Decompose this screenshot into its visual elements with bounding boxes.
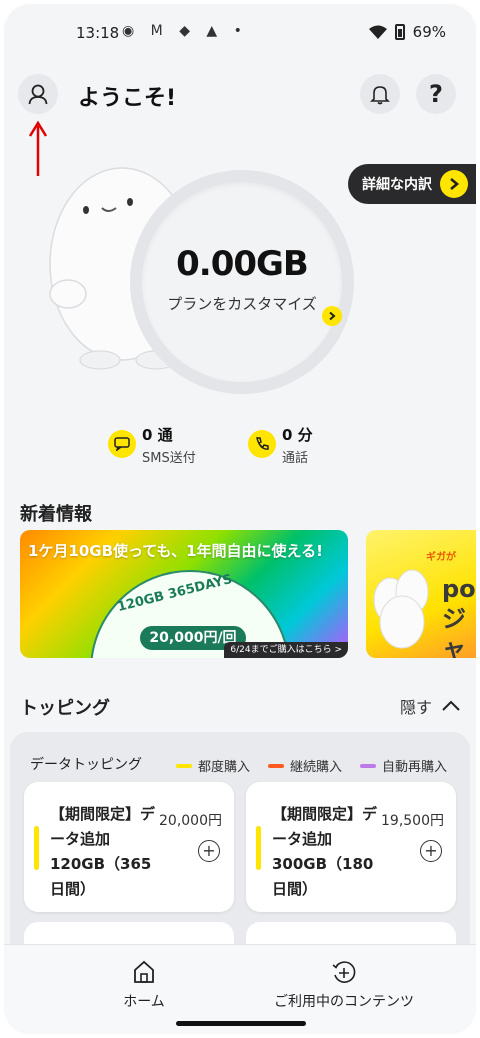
nav-contents-label: ご利用中のコンテンツ bbox=[274, 994, 414, 1010]
banner2-text: po ジャ bbox=[442, 575, 476, 658]
notifications-button[interactable] bbox=[360, 74, 400, 114]
purchase-type-stripe bbox=[34, 826, 39, 870]
legend-swatch bbox=[268, 763, 284, 768]
purchase-type-stripe bbox=[256, 826, 261, 870]
hide-label: 隠す bbox=[400, 698, 433, 717]
legend-swatch bbox=[360, 763, 376, 768]
sms-icon bbox=[108, 430, 136, 458]
sms-counter: 0 通 SMS送付 bbox=[108, 424, 196, 466]
status-time: 13:18 bbox=[76, 24, 120, 42]
data-usage-gauge: 0.00GB プランをカスタマイズ bbox=[130, 170, 354, 394]
user-icon bbox=[28, 84, 48, 105]
banner-headline: 1ケ月10GB使っても、1年間自由に使える! bbox=[28, 542, 323, 560]
gauge-center: 0.00GB プランをカスタマイズ bbox=[142, 182, 342, 382]
data-remaining-value: 0.00GB bbox=[176, 244, 309, 284]
add-topping-icon[interactable]: + bbox=[198, 840, 220, 862]
topping-card-price: 19,500円 bbox=[381, 813, 444, 829]
welcome-title: ようこそ! bbox=[78, 86, 177, 111]
help-button[interactable]: ? bbox=[416, 74, 456, 114]
news-banner-120gb[interactable]: 1ケ月10GB使っても、1年間自由に使える! 120GB 365DAYS 20,… bbox=[20, 530, 348, 658]
add-circle-icon bbox=[332, 961, 356, 983]
topping-card[interactable]: 【期間限定】データ追加120GB（365日間） 20,000円 + bbox=[24, 782, 234, 912]
news-banner-2[interactable]: ギガが po ジャ bbox=[366, 530, 476, 658]
wifi-icon bbox=[368, 25, 387, 39]
legend-auto-repurchase: 自動再購入 bbox=[360, 756, 447, 775]
banner-cta: 6/24までご購入はこちら > bbox=[224, 642, 348, 658]
customize-plan-link[interactable]: プランをカスタマイズ bbox=[160, 292, 324, 316]
banner2-tag: ギガが bbox=[426, 552, 456, 563]
news-section-title: 新着情報 bbox=[20, 504, 92, 525]
status-right: 69% bbox=[368, 23, 446, 41]
topping-card-price: 20,000円 bbox=[159, 813, 222, 829]
legend-label: 継続購入 bbox=[290, 760, 343, 775]
legend-swatch bbox=[176, 763, 192, 768]
profile-button[interactable] bbox=[18, 74, 58, 114]
notification-icons: ◉ M ◆ ▲ • bbox=[122, 23, 248, 39]
legend-one-time: 都度購入 bbox=[176, 756, 250, 775]
legend-label: 都度購入 bbox=[198, 760, 251, 775]
status-bar: 13:18 ◉ M ◆ ▲ • 69% bbox=[4, 4, 476, 56]
question-icon: ? bbox=[429, 80, 443, 108]
nav-home[interactable]: ホーム bbox=[104, 959, 184, 1011]
call-label: 通話 bbox=[282, 451, 309, 466]
topping-card[interactable]: 【期間限定】データ追加300GB（180日間） 19,500円 + bbox=[246, 782, 456, 912]
add-topping-icon[interactable]: + bbox=[420, 840, 442, 862]
phone-icon bbox=[248, 430, 276, 458]
bell-icon bbox=[370, 86, 390, 105]
topping-card-title: 【期間限定】データ追加300GB（180日間） bbox=[272, 805, 378, 898]
chevron-up-icon bbox=[442, 700, 460, 711]
chevron-right-icon[interactable] bbox=[322, 306, 342, 326]
battery-icon bbox=[394, 24, 405, 40]
battery-percent: 69% bbox=[412, 23, 446, 41]
detail-breakdown-label: 詳細な内訳 bbox=[362, 177, 432, 193]
legend-label: 自動再購入 bbox=[382, 760, 448, 775]
hide-topping-toggle[interactable]: 隠す bbox=[400, 694, 460, 718]
nav-home-label: ホーム bbox=[123, 994, 165, 1010]
sms-label: SMS送付 bbox=[142, 451, 196, 466]
chevron-right-icon bbox=[440, 170, 468, 198]
mascot-group-illustration bbox=[373, 569, 429, 649]
app-screen: 13:18 ◉ M ◆ ▲ • 69% ようこそ! ? 詳細な内訳 0.00GB… bbox=[4, 4, 476, 1034]
data-topping-label: データトッピング bbox=[30, 757, 142, 773]
sms-count: 0 通 bbox=[142, 426, 173, 444]
detail-breakdown-button[interactable]: 詳細な内訳 bbox=[348, 164, 476, 204]
topping-card-title: 【期間限定】データ追加120GB（365日間） bbox=[50, 805, 156, 898]
legend-continuous: 継続購入 bbox=[268, 756, 342, 775]
topping-section-title: トッピング bbox=[20, 698, 110, 719]
nav-current-contents[interactable]: ご利用中のコンテンツ bbox=[254, 959, 434, 1011]
call-counter: 0 分 通話 bbox=[248, 424, 313, 466]
call-minutes: 0 分 bbox=[282, 426, 313, 444]
home-indicator[interactable] bbox=[176, 1021, 306, 1026]
home-icon bbox=[134, 960, 154, 983]
